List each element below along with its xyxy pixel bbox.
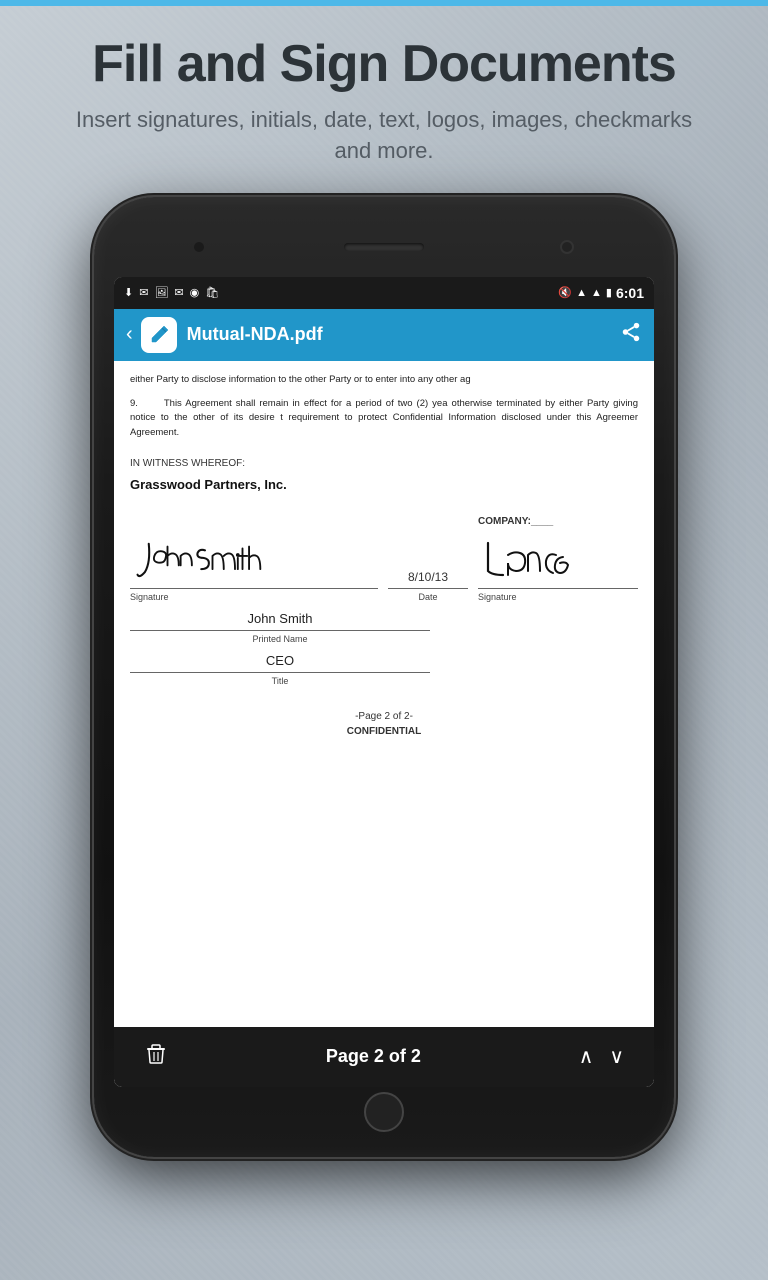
page-footer: -Page 2 of 2- CONFIDENTIAL (130, 709, 638, 739)
camera-status-icon: ◉ (190, 286, 200, 299)
mail-status-icon: ✉ (139, 286, 148, 299)
signature-block-left: Signature (130, 528, 378, 605)
mail2-status-icon: ✉ (174, 286, 183, 299)
bottom-navigation-bar: Page 2 of 2 ∧ ∨ (114, 1027, 654, 1087)
back-button[interactable]: ‹ (126, 323, 133, 346)
bag-status-icon: 🛍 (205, 286, 219, 299)
lance-signature (478, 533, 598, 583)
signature-label-right: Signature (478, 591, 638, 605)
title-line (130, 672, 430, 673)
company-label: COMPANY:____ (478, 514, 638, 529)
trash-button[interactable] (144, 1042, 168, 1072)
confidential-label: CONFIDENTIAL (130, 724, 638, 739)
main-title: Fill and Sign Documents (60, 36, 708, 93)
company-name: Grasswood Partners, Inc. (130, 475, 638, 495)
app-icon (141, 317, 177, 353)
wifi-icon: ▲ (576, 287, 587, 299)
witness-label: IN WITNESS WHEREOF: (130, 456, 638, 471)
navigation-arrows: ∧ ∨ (579, 1044, 624, 1069)
printed-name-row: John Smith Printed Name (130, 609, 638, 647)
phone-screen: ⬇ ✉ 🖼 ✉ ◉ 🛍 🔇 ▲ ▲ ▮ 6:01 ‹ (114, 277, 654, 1087)
page-info: Page 2 of 2 (326, 1046, 421, 1067)
download-status-icon: ⬇ (124, 286, 133, 299)
toolbar-title: Mutual-NDA.pdf (187, 324, 620, 345)
mute-icon: 🔇 (558, 286, 572, 299)
top-accent-bar (0, 0, 768, 6)
title-value: CEO (130, 651, 430, 671)
share-button[interactable] (620, 321, 642, 349)
battery-icon: ▮ (606, 286, 612, 299)
date-label: Date (388, 591, 468, 605)
page-footer-text: -Page 2 of 2- (130, 709, 638, 724)
date-value: 8/10/13 (388, 568, 468, 586)
section-num-9: 9. (130, 397, 160, 411)
paragraph-8-continuation: either Party to disclose information to … (130, 373, 638, 387)
status-time: 6:01 (616, 285, 644, 301)
trash-icon (144, 1042, 168, 1066)
prev-page-button[interactable]: ∧ (579, 1044, 594, 1069)
phone-device: ⬇ ✉ 🖼 ✉ ◉ 🛍 🔇 ▲ ▲ ▮ 6:01 ‹ (94, 197, 674, 1157)
title-row: CEO Title (130, 651, 638, 689)
witness-section: IN WITNESS WHEREOF: Grasswood Partners, … (130, 456, 638, 739)
phone-bottom-bezel (114, 1087, 654, 1137)
signature-line-left (130, 588, 378, 589)
image-status-icon: 🖼 (154, 286, 168, 299)
john-smith-signature (130, 528, 280, 583)
signal-icon: ▲ (591, 287, 602, 299)
signature-label-left: Signature (130, 591, 378, 605)
printed-name-label: Printed Name (130, 633, 430, 647)
printed-name-line (130, 630, 430, 631)
pen-icon (148, 324, 170, 346)
phone-speaker (344, 243, 424, 251)
signature-line-right (478, 588, 638, 589)
home-button[interactable] (364, 1092, 404, 1132)
status-icons-right: 🔇 ▲ ▲ ▮ 6:01 (558, 285, 644, 301)
next-page-button[interactable]: ∨ (609, 1044, 624, 1069)
phone-camera (560, 240, 574, 254)
date-block: 8/10/13 Date (388, 568, 468, 605)
status-bar: ⬇ ✉ 🖼 ✉ ◉ 🛍 🔇 ▲ ▲ ▮ 6:01 (114, 277, 654, 309)
title-block: CEO Title (130, 651, 430, 689)
share-icon (620, 321, 642, 343)
app-toolbar: ‹ Mutual-NDA.pdf (114, 309, 654, 361)
printed-name-block: John Smith Printed Name (130, 609, 430, 647)
phone-body: ⬇ ✉ 🖼 ✉ ◉ 🛍 🔇 ▲ ▲ ▮ 6:01 ‹ (94, 197, 674, 1157)
status-icons-left: ⬇ ✉ 🖼 ✉ ◉ 🛍 (124, 286, 219, 299)
title-label: Title (130, 675, 430, 689)
printed-name-value: John Smith (130, 609, 430, 629)
subtitle: Insert signatures, initials, date, text,… (60, 105, 708, 167)
date-line (388, 588, 468, 589)
header-section: Fill and Sign Documents Insert signature… (0, 6, 768, 187)
phone-sensor (194, 242, 204, 252)
paragraph-9: 9. This Agreement shall remain in effect… (130, 397, 638, 440)
company-right-block: COMPANY:____ (478, 514, 638, 605)
phone-top-bezel (114, 217, 654, 277)
document-content[interactable]: either Party to disclose information to … (114, 361, 654, 1027)
signature-row: Signature 8/10/13 Date COMPANY:____ (130, 514, 638, 605)
